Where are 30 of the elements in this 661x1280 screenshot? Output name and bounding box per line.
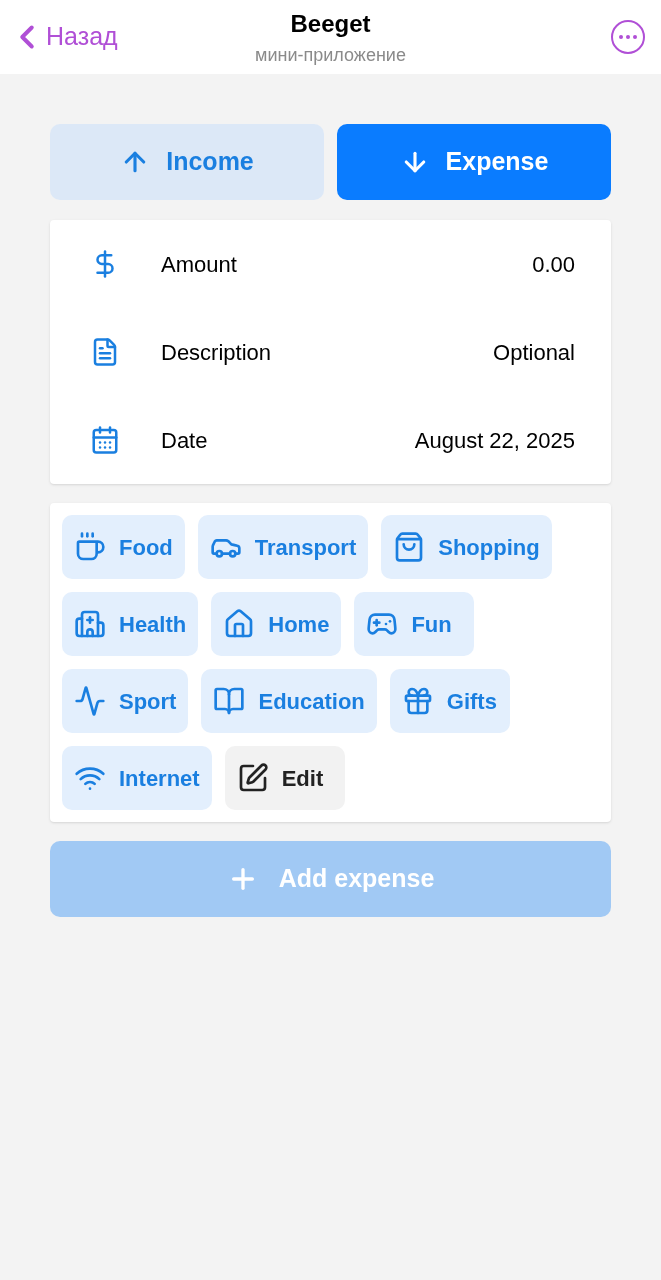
field-value[interactable]: 0.00 [532, 247, 575, 281]
hospital-icon [74, 608, 106, 640]
category-chip[interactable]: Fun [354, 592, 475, 656]
more-button[interactable] [611, 20, 645, 54]
category-chip[interactable]: Food [62, 515, 185, 579]
app-title: Beeget [290, 8, 371, 39]
more-icon [619, 35, 637, 39]
edit-button[interactable]: Edit [224, 746, 345, 810]
category-chip[interactable]: Internet [62, 746, 212, 810]
field-value[interactable]: August 22, 2025 [414, 423, 575, 457]
field-label: Description [161, 338, 272, 367]
back-button[interactable]: Назад [8, 18, 148, 56]
field-value[interactable]: Optional [493, 335, 575, 369]
open-book-icon [213, 685, 246, 717]
category-chip[interactable]: Home [211, 592, 342, 656]
field-label: Amount [161, 250, 237, 279]
coffee-cup-icon [74, 531, 106, 563]
field-label: Date [161, 426, 208, 455]
type-tab[interactable]: Income [50, 124, 324, 200]
category-chip[interactable]: Sport [62, 669, 189, 733]
category-chip[interactable]: Education [201, 669, 377, 733]
pulse-icon [74, 685, 106, 717]
type-tab[interactable]: Expense [337, 124, 611, 200]
add-expense-button: Add expense [50, 841, 611, 917]
app-subtitle: мини-приложение [255, 43, 406, 67]
category-chip[interactable]: Shopping [381, 515, 552, 579]
category-chip[interactable]: Health [62, 592, 199, 656]
category-chip[interactable]: Gifts [389, 669, 510, 733]
category-chip[interactable]: Transport [197, 515, 369, 579]
calendar-icon [90, 425, 120, 455]
